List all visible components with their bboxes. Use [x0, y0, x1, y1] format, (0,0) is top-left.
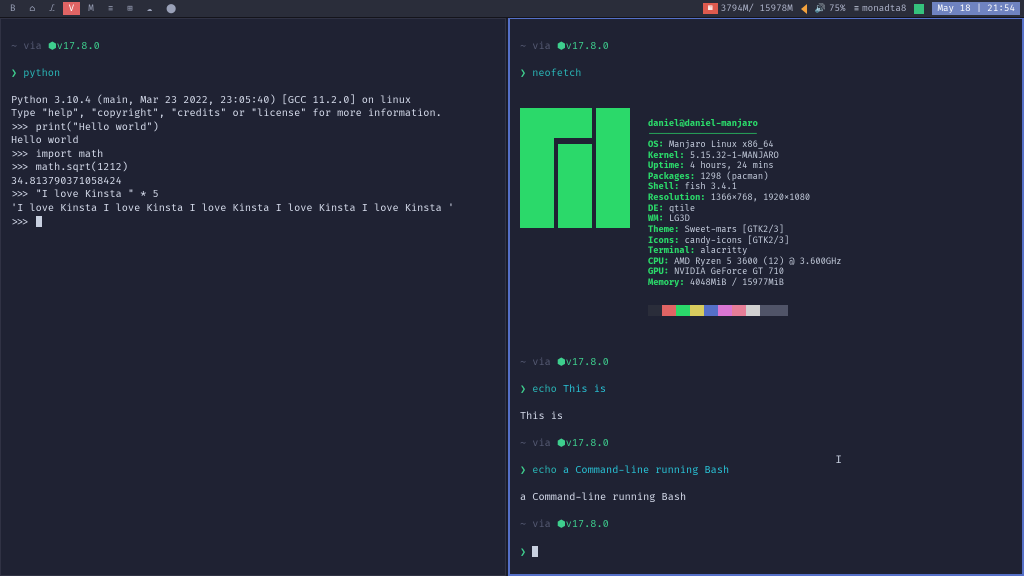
workspace-2[interactable]: ⌂: [24, 2, 42, 15]
separator-icon: [801, 4, 807, 14]
command-input: python: [23, 68, 60, 80]
session-widget: ☰ monadta8: [854, 3, 907, 14]
manjaro-ascii-logo: [520, 108, 630, 228]
repl-output: >>> print("Hello world"): [11, 122, 159, 134]
neofetch-info: daniel@daniel-manjaro ------------------…: [648, 108, 842, 338]
palette-swatch: [746, 305, 760, 316]
command-output: This is: [520, 411, 563, 423]
neofetch-divider: ---------------------: [648, 128, 758, 139]
command-input: echo: [532, 384, 557, 396]
command-output: a Command-line running Bash: [520, 492, 686, 504]
terminal-right-focused[interactable]: ~ via ⬢v17.8.0 ❯ neofetch daniel@daniel-…: [508, 18, 1024, 576]
prompt-char: ❯: [520, 68, 532, 80]
palette-swatch: [704, 305, 718, 316]
command-input: echo: [532, 465, 557, 477]
top-status-bar: B ⌂ ⎇ V M ☰ ⊞ ☁ ⬤ ▦ 3794M/ 15978M 🔊 75% …: [0, 0, 1024, 18]
volume-widget[interactable]: 🔊 75%: [815, 3, 846, 14]
memory-value: 3794M/ 15978M: [721, 3, 793, 14]
workspace-6[interactable]: ☰: [102, 2, 120, 15]
terminal-left[interactable]: ~ via ⬢v17.8.0 ❯ python Python 3.10.4 (m…: [0, 18, 506, 576]
user-icon: ☰: [854, 3, 860, 14]
repl-output: Python 3.10.4 (main, Mar 23 2022, 23:05:…: [11, 95, 411, 107]
workspace-1[interactable]: B: [4, 2, 22, 15]
memory-icon: ▦: [703, 3, 718, 14]
prompt-path: ~ via: [11, 41, 48, 53]
workspace-5[interactable]: M: [82, 2, 100, 15]
workspace-7[interactable]: ⊞: [121, 2, 138, 15]
repl-prompt[interactable]: >>>: [11, 217, 36, 229]
workspace-4-active[interactable]: V: [63, 2, 81, 15]
active-prompt[interactable]: ❯: [520, 547, 532, 559]
palette-swatch: [648, 305, 662, 316]
repl-output: >>> import math: [11, 149, 103, 161]
workspace-8[interactable]: ☁: [141, 2, 158, 15]
palette-swatch: [760, 305, 774, 316]
session-label: monadta8: [862, 3, 906, 14]
command-input: neofetch: [532, 68, 581, 80]
palette-swatch: [718, 305, 732, 316]
repl-output: >>> math.sqrt(1212): [11, 162, 128, 174]
node-icon: ⬢: [48, 41, 57, 53]
workspace-switcher[interactable]: B ⌂ ⎇ V M ☰ ⊞ ☁ ⬤: [4, 2, 182, 15]
prompt-char: ❯: [11, 68, 23, 80]
command-arg: This is: [563, 384, 606, 396]
palette-swatch: [732, 305, 746, 316]
palette-swatch: [662, 305, 676, 316]
repl-output: Type "help", "copyright", "credits" or "…: [11, 108, 442, 120]
repl-output: >>> "I love Kinsta " * 5: [11, 189, 159, 201]
volume-icon: 🔊: [815, 3, 826, 14]
palette-swatch: [774, 305, 788, 316]
volume-value: 75%: [829, 3, 846, 14]
clock-widget[interactable]: May 18 | 21:54: [932, 2, 1020, 15]
node-icon: ⬢: [557, 41, 566, 53]
neofetch-output: daniel@daniel-manjaro ------------------…: [520, 108, 1012, 338]
workspace-3[interactable]: ⎇: [43, 2, 61, 15]
repl-output: 34.813790371058424: [11, 176, 122, 188]
cursor-icon: [532, 546, 538, 557]
command-arg: a Command-line running Bash: [563, 465, 729, 477]
workspace-9[interactable]: ⬤: [160, 2, 182, 15]
cursor-icon: [36, 216, 42, 227]
repl-output: 'I love Kinsta I love Kinsta I love Kins…: [11, 203, 454, 215]
manjaro-icon[interactable]: [914, 4, 924, 14]
repl-output: Hello world: [11, 135, 79, 147]
prompt-path: ~ via: [520, 41, 557, 53]
memory-widget: ▦ 3794M/ 15978M: [703, 3, 793, 14]
node-version: v17.8.0: [566, 41, 609, 53]
node-version: v17.8.0: [57, 41, 100, 53]
text-cursor-icon: I: [835, 454, 842, 469]
neofetch-host: daniel@daniel-manjaro: [648, 118, 758, 129]
palette-swatch: [676, 305, 690, 316]
tiling-content: ~ via ⬢v17.8.0 ❯ python Python 3.10.4 (m…: [0, 18, 1024, 576]
color-palette: [648, 305, 842, 316]
palette-swatch: [690, 305, 704, 316]
